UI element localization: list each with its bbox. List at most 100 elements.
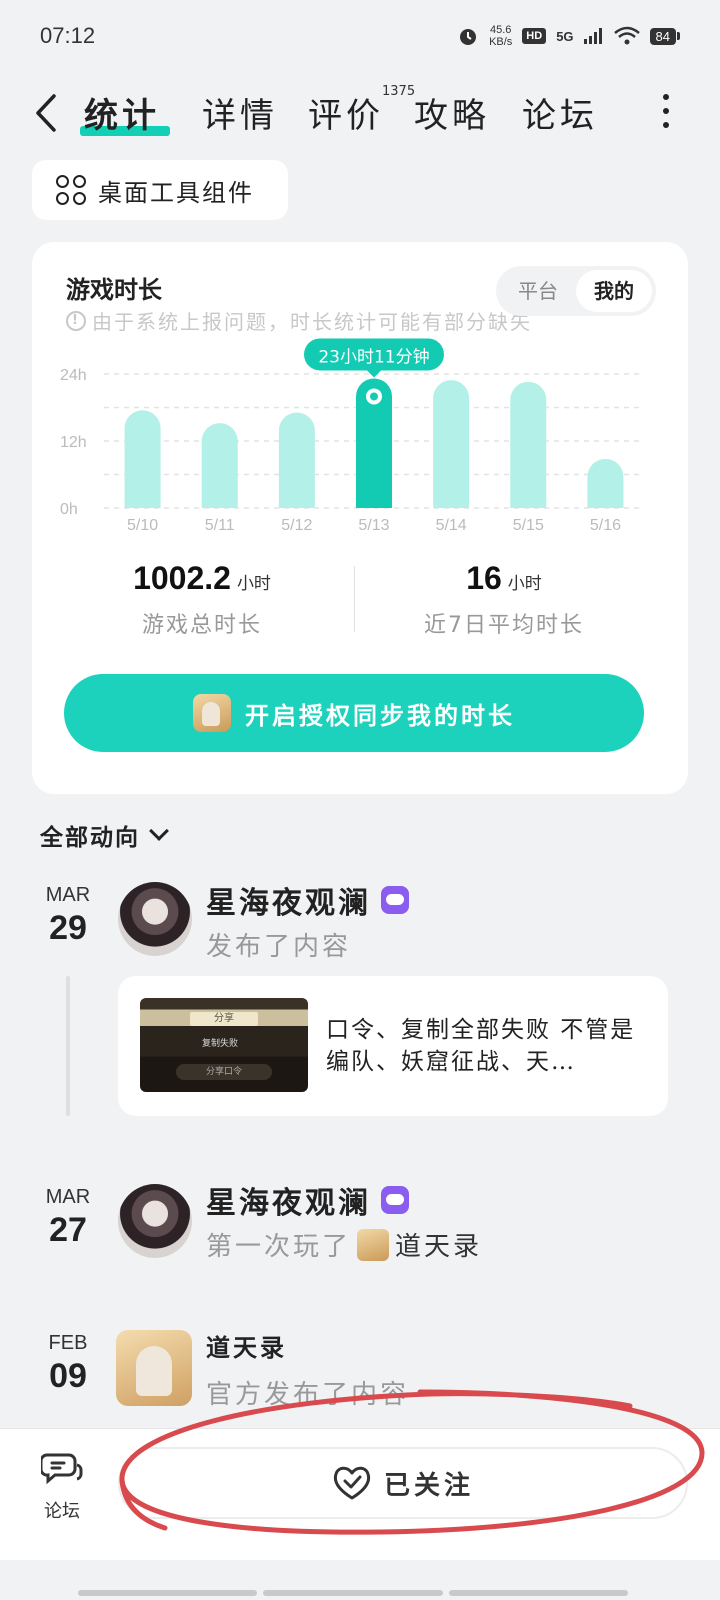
- playtime-note-text: 由于系统上报问题，时长统计可能有部分缺失: [92, 310, 532, 334]
- chart-bar: [278, 412, 315, 508]
- total-playtime-label: 游戏总时长: [141, 613, 262, 638]
- top-nav: 统计 详情 评价 1375 攻略 论坛: [0, 78, 720, 148]
- playtime-card: 游戏时长 ! 由于系统上报问题，时长统计可能有部分缺失 平台 我的 24h 12h…: [32, 242, 688, 794]
- playtime-title: 游戏时长: [66, 275, 162, 304]
- feed-date-month: MAR: [45, 1186, 91, 1208]
- tab-details[interactable]: 详情: [202, 88, 278, 137]
- feed-date-day: 27: [49, 1211, 87, 1249]
- feed-date-day: 09: [49, 1357, 87, 1395]
- playtime-stats: 1002.2 小时 游戏总时长 16 小时 近7日平均时长: [32, 560, 688, 650]
- red-annotation-scribble: [119, 1389, 705, 1535]
- status-bar: 07:12 45.6 KB/s HD 5G 84: [0, 0, 720, 72]
- reviews-count-badge: 1375: [382, 84, 416, 99]
- game-avatar[interactable]: [116, 1330, 192, 1406]
- playtime-note: ! 由于系统上报问题，时长统计可能有部分缺失: [66, 306, 532, 335]
- feed-user-name-text: 星海夜观澜: [206, 886, 371, 921]
- playtime-bar-chart: 24h 12h 0h 5/10 5/11 5/12 5/13 23小时11分钟 5/14 5/15…: [60, 338, 644, 534]
- feed-filter-label: 全部动向: [40, 825, 140, 851]
- feed-user-name-text: 道天录: [206, 1333, 287, 1362]
- sync-playtime-button[interactable]: 开启授权同步我的时长: [64, 674, 644, 752]
- signal-label: 5G: [556, 28, 574, 44]
- segment-platform[interactable]: 平台: [500, 270, 576, 312]
- segment-mine[interactable]: 我的: [576, 270, 652, 312]
- gamer-badge-icon: [381, 1186, 409, 1214]
- tab-guides[interactable]: 攻略: [414, 88, 490, 137]
- tab-reviews[interactable]: 评价: [308, 88, 384, 137]
- battery-icon: 84: [649, 27, 680, 45]
- wifi-icon: [613, 26, 640, 45]
- chart-y-tick-label: 0h: [60, 501, 78, 518]
- follow-label: 已关注: [383, 1470, 474, 1501]
- avg-playtime-value: 16: [466, 560, 502, 596]
- feed-user-name-text: 星海夜观澜: [206, 1186, 371, 1221]
- chart-bar: [510, 381, 547, 508]
- forum-label: 论坛: [44, 1501, 80, 1522]
- feed-date: MAR 27: [40, 1186, 96, 1250]
- chart-x-tick-label: 5/11: [205, 517, 235, 534]
- back-arrow-icon[interactable]: [32, 92, 62, 134]
- post-card[interactable]: 分享 复制失败 分享口令 口令、复制全部失败 不管是编队、妖窟征战、天…: [118, 976, 668, 1116]
- chart-y-tick-label: 12h: [60, 434, 87, 451]
- status-icons: 45.6 KB/s HD 5G 84: [457, 24, 680, 48]
- chart-highlight-dot-inner: [370, 392, 378, 401]
- total-playtime: 1002.2 小时 游戏总时长: [52, 560, 352, 639]
- chart-x-tick-label: 5/12: [281, 517, 312, 534]
- timeline-line: [66, 976, 70, 1116]
- forum-button[interactable]: 论坛: [34, 1451, 90, 1523]
- feed-action: 官方发布了内容: [206, 1374, 409, 1411]
- chart-x-tick-label: 5/10: [127, 517, 158, 534]
- gamer-badge-icon: [381, 886, 409, 914]
- signal-icon: [583, 28, 602, 44]
- feed-action-text: 发布了内容: [206, 932, 352, 962]
- follow-button[interactable]: 已关注: [118, 1447, 688, 1519]
- total-playtime-unit: 小时: [236, 574, 271, 594]
- chart-tooltip-label: 23小时11分钟: [318, 347, 429, 367]
- chart-x-tick-label: 5/15: [513, 517, 544, 534]
- alarm-icon: [460, 29, 477, 45]
- feed-user-name[interactable]: 道天录: [206, 1328, 287, 1363]
- avg-playtime-label: 近7日平均时长: [424, 613, 584, 638]
- desktop-widget-button[interactable]: 桌面工具组件: [32, 160, 288, 220]
- chat-bubble-icon: [39, 1453, 83, 1485]
- feed-game-link[interactable]: 道天录: [395, 1226, 482, 1263]
- game-icon: [357, 1228, 390, 1261]
- feed-date: MAR 29: [40, 884, 96, 948]
- chart-bar: [201, 423, 238, 508]
- chart-bar: [124, 410, 161, 508]
- total-playtime-value: 1002.2: [133, 560, 231, 596]
- thumb-share-button: 分享口令: [176, 1064, 272, 1080]
- sync-playtime-label: 开启授权同步我的时长: [245, 701, 515, 730]
- feed-action-text: 官方发布了内容: [206, 1380, 410, 1410]
- chart-bar: [587, 458, 624, 508]
- user-avatar[interactable]: [118, 1184, 192, 1258]
- chart-x-tick-label: 5/16: [590, 517, 621, 534]
- avg-playtime: 16 小时 近7日平均时长: [354, 560, 654, 639]
- feed-user-name[interactable]: 星海夜观澜: [206, 878, 409, 922]
- net-speed-unit: KB/s: [489, 36, 513, 48]
- feed-user-name[interactable]: 星海夜观澜: [206, 1178, 409, 1222]
- post-text: 口令、复制全部失败 不管是编队、妖窟征战、天…: [326, 1017, 636, 1075]
- tab-stats[interactable]: 统计: [84, 88, 160, 137]
- widget-grid-icon: [56, 175, 86, 205]
- chart-bar: [433, 380, 470, 508]
- user-avatar[interactable]: [118, 882, 192, 956]
- desktop-widget-label: 桌面工具组件: [98, 178, 254, 207]
- more-options-icon[interactable]: [660, 94, 672, 134]
- feed-date-month: MAR: [45, 884, 91, 906]
- heart-check-icon: [333, 1466, 371, 1500]
- source-segmented-control: 平台 我的: [496, 266, 656, 316]
- battery-level: 84: [649, 27, 676, 45]
- thumb-copy-failed: 复制失败: [202, 1039, 239, 1049]
- feed-date-day: 29: [49, 909, 87, 947]
- feed-date-month: FEB: [48, 1332, 88, 1354]
- feed-action: 第一次玩了 道天录: [206, 1226, 482, 1263]
- tab-forum[interactable]: 论坛: [522, 88, 598, 137]
- feed-action: 发布了内容: [206, 926, 351, 963]
- thumb-share-title: 分享: [190, 1012, 258, 1026]
- feed-filter-dropdown[interactable]: 全部动向: [40, 818, 169, 852]
- chart-x-tick-label: 5/14: [436, 517, 467, 534]
- bottom-action-bar: 论坛 已关注: [0, 1428, 720, 1560]
- feed-date: FEB 09: [40, 1332, 96, 1396]
- home-indicator: [78, 1590, 628, 1596]
- game-icon: [193, 694, 231, 732]
